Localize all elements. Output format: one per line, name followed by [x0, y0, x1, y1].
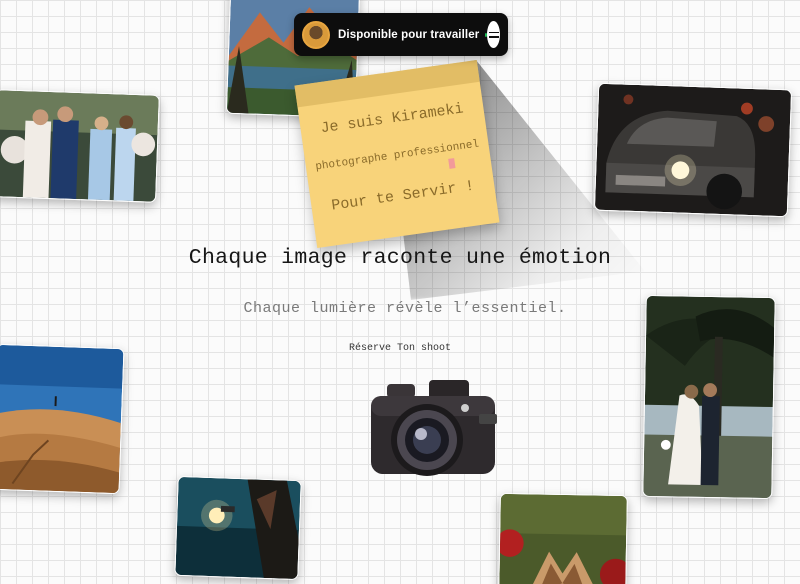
- note-line-profession: photographe professionnel: [314, 138, 480, 174]
- photo-desert-dunes[interactable]: [0, 343, 125, 495]
- avatar: [302, 20, 330, 49]
- underwater-diver-image: [175, 476, 301, 580]
- hero-headline: Chaque image raconte une émotion: [188, 246, 612, 270]
- wedding-celebration-image: [0, 90, 159, 202]
- photo-couple-palms[interactable]: [642, 294, 776, 500]
- hamburger-menu-icon: [488, 31, 499, 33]
- photo-vintage-car[interactable]: [593, 82, 793, 218]
- note-line-service: Pour te Servir !: [330, 177, 476, 215]
- vintage-car-image: [594, 83, 792, 217]
- availability-label: Disponible pour travailler: [338, 28, 480, 41]
- desert-dunes-image: [0, 344, 124, 494]
- photo-wedding-celebration[interactable]: [0, 89, 160, 203]
- photo-underwater-diver[interactable]: [174, 475, 302, 581]
- menu-button[interactable]: [487, 21, 500, 48]
- sticky-note: Je suis Kirameki photographe professionn…: [294, 59, 500, 249]
- hero-subline: Chaque lumière révèle l’essentiel.: [243, 300, 567, 317]
- note-line-name: Je suis Kirameki: [319, 100, 465, 138]
- availability-pill[interactable]: Disponible pour travailler: [294, 13, 508, 56]
- couple-palms-image: [643, 295, 775, 499]
- photo-butterfly[interactable]: [498, 492, 628, 584]
- camera-icon[interactable]: [367, 374, 502, 484]
- butterfly-image: [499, 493, 627, 584]
- hamburger-menu-icon-line: [488, 36, 499, 38]
- book-shoot-link[interactable]: Réserve Ton shoot: [0, 343, 800, 354]
- note-pink-mark: [448, 158, 456, 169]
